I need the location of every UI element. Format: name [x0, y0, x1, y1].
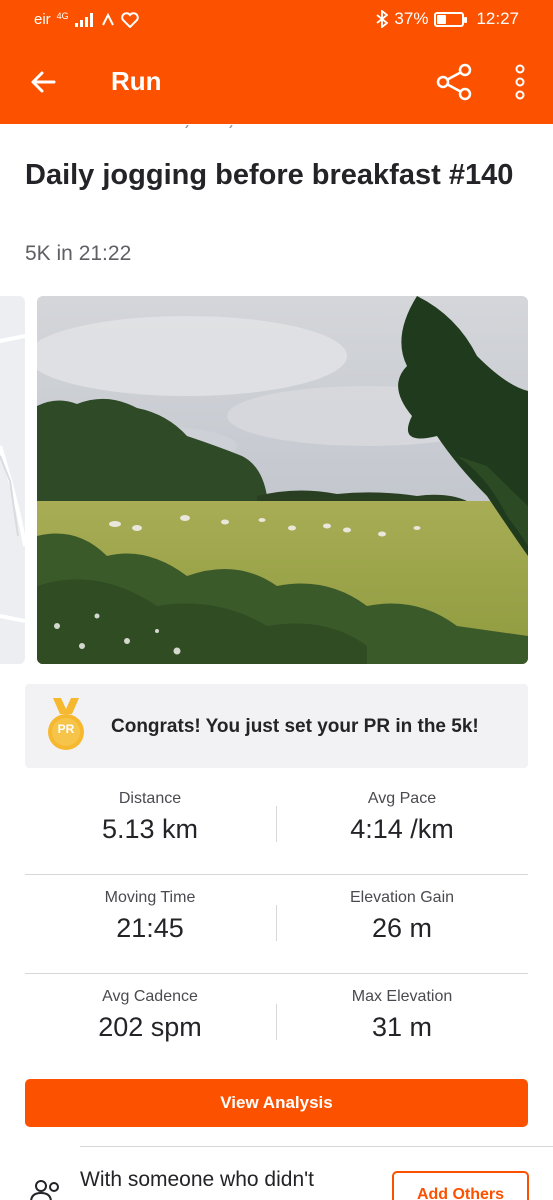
- share-icon: [436, 63, 472, 101]
- app-bar: Run: [0, 38, 553, 124]
- battery-level: [437, 14, 447, 24]
- stat-label: Distance: [118, 790, 182, 807]
- activity-title: Daily jogging before breakfast #140: [25, 159, 514, 191]
- share-button[interactable]: [432, 60, 476, 104]
- network-label: 4G: [56, 10, 69, 21]
- with-others-text: With someone who didn't: [80, 1168, 314, 1191]
- status-left: eir 4G: [34, 11, 139, 28]
- pr-message: Congrats! You just set your PR in the 5k…: [111, 716, 479, 737]
- stats-grid: Distance 5.13 km Avg Pace 4:14 /km Movin…: [25, 776, 528, 1073]
- battery-percent: 37%: [394, 9, 429, 28]
- stat-max-elevation: Max Elevation 31 m: [277, 988, 527, 1043]
- pr-banner[interactable]: PR Congrats! You just set your PR in the…: [25, 684, 528, 768]
- clock: 12:27: [476, 9, 519, 28]
- stat-distance: Distance 5.13 km: [25, 790, 275, 845]
- people-icon: [30, 1180, 59, 1200]
- more-options-button[interactable]: [504, 60, 536, 104]
- stat-label: Elevation Gain: [349, 889, 455, 906]
- stat-avg-cadence: Avg Cadence 202 spm: [25, 988, 275, 1043]
- activity-subtitle: 5K in 21:22: [25, 242, 132, 265]
- pr-badge-label: PR: [57, 722, 75, 736]
- heart-app-icon: [120, 11, 139, 28]
- stat-value: 21:45: [116, 913, 184, 943]
- stat-value: 26 m: [371, 913, 433, 943]
- status-right: 37% 12:27: [376, 9, 519, 29]
- stat-label: Avg Pace: [367, 790, 437, 807]
- stat-label: Avg Cadence: [102, 988, 198, 1005]
- stat-label: Max Elevation: [351, 988, 453, 1005]
- stat-row: Moving Time 21:45 Elevation Gain 26 m: [25, 875, 528, 974]
- add-others-button[interactable]: Add Others: [392, 1171, 529, 1200]
- status-bar: eir 4G 37% 12:27: [0, 0, 553, 38]
- stat-row: Distance 5.13 km Avg Pace 4:14 /km: [25, 776, 528, 875]
- page-title: Run: [111, 66, 162, 96]
- stat-value: 5.13 km: [101, 814, 199, 844]
- stat-row: Avg Cadence 202 spm Max Elevation 31 m: [25, 974, 528, 1073]
- stat-label: Moving Time: [104, 889, 196, 906]
- arrow-left-icon: [31, 71, 56, 93]
- strava-notification-icon: [101, 12, 114, 25]
- stat-moving-time: Moving Time 21:45: [25, 889, 275, 944]
- stat-avg-pace: Avg Pace 4:14 /km: [277, 790, 527, 845]
- bluetooth-icon: [376, 10, 389, 28]
- more-vertical-icon: [515, 64, 525, 100]
- divider: [80, 1146, 553, 1147]
- activity-photo[interactable]: [37, 296, 528, 664]
- route-map-thumbnail[interactable]: [0, 296, 25, 664]
- scrolled-content-peek: [140, 120, 260, 128]
- back-button[interactable]: [22, 60, 66, 104]
- stat-value: 4:14 /km: [350, 814, 454, 844]
- stat-value: 202 spm: [98, 1012, 202, 1042]
- view-analysis-button[interactable]: View Analysis: [25, 1079, 528, 1127]
- signal-icon: [74, 12, 93, 27]
- carrier-label: eir: [34, 11, 51, 28]
- battery-icon: [434, 11, 468, 27]
- stat-value: 31 m: [371, 1012, 433, 1042]
- stat-elevation-gain: Elevation Gain 26 m: [277, 889, 527, 944]
